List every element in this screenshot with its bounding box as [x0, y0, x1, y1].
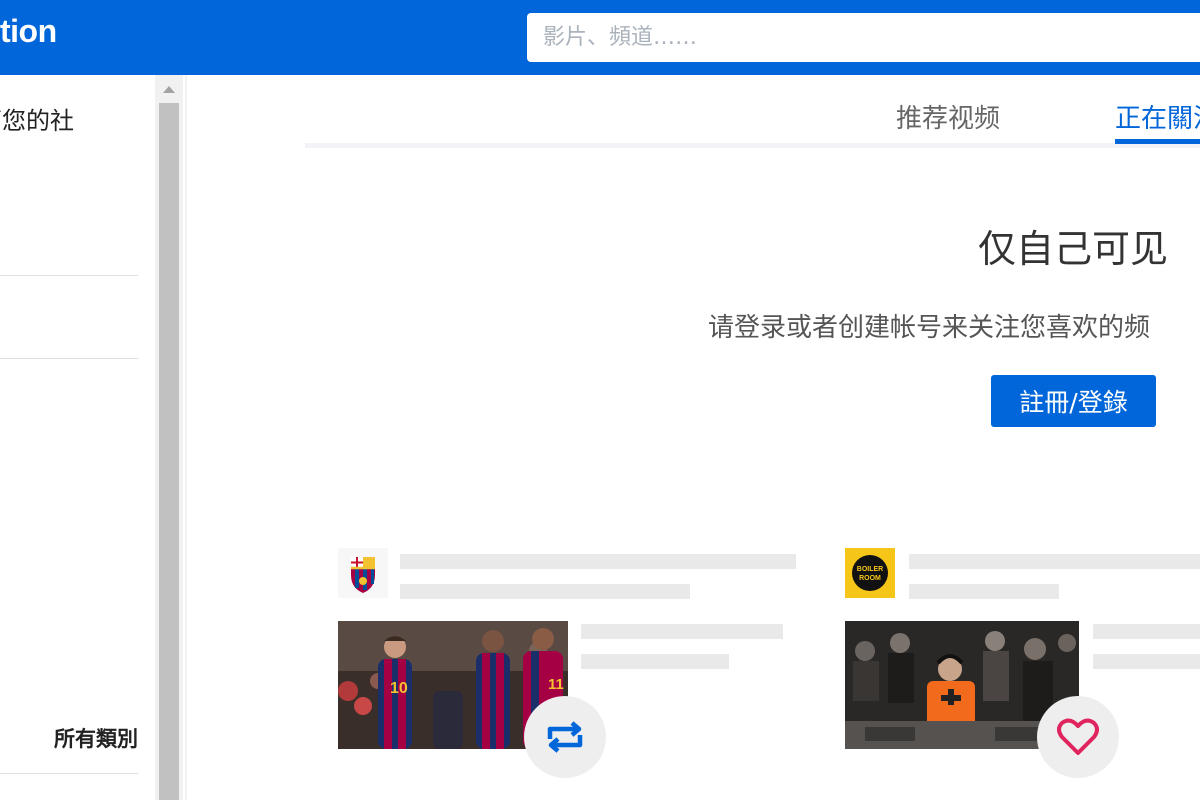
svg-text:11: 11	[548, 676, 564, 693]
sidebar-scrollbar[interactable]	[155, 75, 183, 800]
sidebar-intro-text: 管您的社	[0, 107, 74, 135]
skeleton-text-bar	[581, 654, 729, 669]
top-bar: tion	[0, 0, 1200, 75]
column-divider	[185, 75, 187, 800]
skeleton-subtitle-bar	[909, 584, 1059, 599]
sidebar-all-categories[interactable]: 所有類別	[54, 723, 138, 753]
svg-text:ROOM: ROOM	[859, 575, 881, 582]
boiler-room-logo-icon[interactable]: BOILER ROOM	[845, 548, 895, 598]
skeleton-text-bar	[1093, 654, 1200, 669]
heart-icon[interactable]	[1037, 696, 1119, 778]
scroll-thumb[interactable]	[159, 103, 179, 800]
sidebar-divider	[0, 275, 138, 276]
sidebar-divider	[0, 358, 138, 359]
svg-text:10: 10	[390, 680, 408, 697]
skeleton-text-bar	[581, 624, 783, 639]
visibility-description: 请登录或者创建帐号来关注您喜欢的频	[708, 313, 1151, 343]
search-input[interactable]	[527, 13, 1200, 62]
visibility-title: 仅自己可见	[977, 227, 1168, 271]
active-tab-indicator	[1115, 139, 1200, 144]
scroll-up-arrow-icon[interactable]	[155, 75, 183, 103]
repost-icon[interactable]	[524, 696, 606, 778]
sidebar: 管您的社 所有類別	[0, 75, 155, 800]
skeleton-title-bar	[909, 554, 1200, 569]
tab-recommended[interactable]: 推荐视频	[896, 98, 1000, 135]
tab-following[interactable]: 正在關注	[1115, 98, 1200, 135]
tabs-baseline	[305, 143, 1200, 148]
skeleton-title-bar	[400, 554, 796, 569]
fc-barcelona-logo-icon[interactable]	[338, 548, 388, 598]
brand-logo[interactable]: tion	[0, 13, 57, 50]
register-login-button[interactable]: 註冊/登錄	[991, 375, 1156, 427]
skeleton-subtitle-bar	[400, 584, 690, 599]
sidebar-divider	[0, 773, 138, 774]
skeleton-text-bar	[1093, 624, 1200, 639]
svg-text:BOILER: BOILER	[857, 566, 883, 573]
